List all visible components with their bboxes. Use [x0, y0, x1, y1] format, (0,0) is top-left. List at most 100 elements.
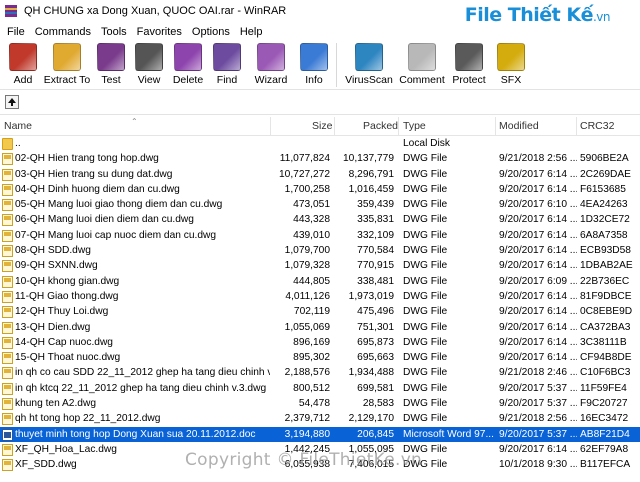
file-name: 08-QH SDD.dwg: [15, 245, 91, 257]
file-row[interactable]: 14-QH Cap nuoc.dwg 896,169 695,873 DWG File…: [0, 335, 640, 350]
file-list-header: Name ⌃ Size Packed Type Modified CRC32: [0, 117, 640, 136]
menu-bar: File Commands Tools Favorites Options Help: [0, 22, 640, 41]
toolbar-button-delete[interactable]: Delete: [168, 41, 208, 89]
file-name: 04-QH Dinh huong diem dan cu.dwg: [15, 183, 180, 195]
file-name: 06-QH Mang luoi dien diem dan cu.dwg: [15, 214, 194, 226]
up-one-level-button[interactable]: [5, 95, 19, 109]
file-size: 1,700,258: [284, 183, 330, 195]
parent-folder-row[interactable]: .. Local Disk: [0, 136, 640, 151]
file-row[interactable]: 10-QH khong gian.dwg 444,805 338,481 DWG Fi…: [0, 274, 640, 289]
dwg-file-icon: [2, 183, 13, 196]
toolbar-button-test[interactable]: Test: [92, 41, 130, 89]
file-packed-size: [334, 136, 394, 151]
file-row[interactable]: 12-QH Thuy Loi.dwg 702,119 475,496 DWG File…: [0, 304, 640, 319]
column-divider[interactable]: [334, 117, 335, 136]
file-crc32: 3C38111B: [580, 336, 627, 348]
file-size: 3,194,880: [284, 428, 330, 440]
file-modified: 9/20/2017 6:14 ...: [499, 321, 577, 333]
file-packed-size: 770,915: [357, 260, 394, 272]
file-size: 1,055,069: [284, 321, 330, 333]
file-modified: 9/20/2017 5:37 ...: [499, 398, 577, 410]
file-row[interactable]: in qh ktcq 22_11_2012 ghep ha tang dieu …: [0, 381, 640, 396]
file-crc32: 16EC3472: [580, 413, 629, 425]
file-type: DWG File: [403, 321, 448, 333]
column-header-packed[interactable]: Packed: [363, 117, 398, 136]
file-row[interactable]: 09-QH SXNN.dwg 1,079,328 770,915 DWG File 9/…: [0, 258, 640, 273]
file-row[interactable]: 13-QH Dien.dwg 1,055,069 751,301 DWG File 9/…: [0, 320, 640, 335]
toolbar-button-protect[interactable]: Protect: [447, 41, 491, 89]
file-crc32: 81F9DBCE: [580, 290, 632, 302]
file-row[interactable]: 02-QH Hien trang tong hop.dwg 11,077,824 1…: [0, 151, 640, 166]
toolbar-button-wizard[interactable]: Wizard: [246, 41, 296, 89]
file-modified: 9/20/2017 6:14 ...: [499, 306, 577, 318]
toolbar-button-extract-to[interactable]: Extract To: [42, 41, 92, 89]
sfx-archive-icon: [497, 43, 525, 71]
toolbar-button-add[interactable]: Add: [4, 41, 42, 89]
menu-item-tools[interactable]: Tools: [96, 26, 132, 38]
menu-item-commands[interactable]: Commands: [30, 26, 96, 38]
menu-item-help[interactable]: Help: [235, 26, 268, 38]
toolbar-button-label: Comment: [399, 74, 445, 86]
file-packed-size: 770,584: [357, 245, 394, 257]
dwg-file-icon: [2, 153, 13, 166]
column-header-modified[interactable]: Modified: [499, 117, 539, 136]
column-divider[interactable]: [270, 117, 271, 136]
file-row[interactable]: qh ht tong hop 22_11_2012.dwg 2,379,712 2,…: [0, 411, 640, 426]
file-row-selected[interactable]: thuyet minh tong hop Dong Xuan sua 20.11…: [0, 426, 640, 442]
toolbar-button-view[interactable]: View: [130, 41, 168, 89]
file-modified: 9/20/2017 6:14 ...: [499, 352, 577, 364]
menu-item-file[interactable]: File: [2, 26, 30, 38]
wizard-wand-icon: [257, 43, 285, 71]
toolbar-button-find[interactable]: Find: [208, 41, 246, 89]
column-divider[interactable]: [398, 117, 399, 136]
file-packed-size: 335,831: [357, 214, 394, 226]
file-row[interactable]: 03-QH Hien trang su dung dat.dwg 10,727,2…: [0, 167, 640, 182]
toolbar-button-virusscan[interactable]: VirusScan: [341, 41, 397, 89]
column-header-crc32[interactable]: CRC32: [580, 117, 614, 136]
file-row[interactable]: 07-QH Mang luoi cap nuoc diem dan cu.dwg…: [0, 228, 640, 243]
menu-item-options[interactable]: Options: [187, 26, 235, 38]
file-type: DWG File: [403, 260, 448, 272]
file-type: DWG File: [403, 183, 448, 195]
file-modified: 9/20/2017 6:14 ...: [499, 168, 577, 180]
toolbar-button-label: Test: [101, 74, 121, 86]
file-row[interactable]: 06-QH Mang luoi dien diem dan cu.dwg 443,…: [0, 212, 640, 227]
file-row[interactable]: 11-QH Giao thong.dwg 4,011,126 1,973,019 DW…: [0, 289, 640, 304]
toolbar-button-comment[interactable]: Comment: [397, 41, 447, 89]
file-type: DWG File: [403, 245, 448, 257]
column-divider[interactable]: [576, 117, 577, 136]
file-row[interactable]: 15-QH Thoat nuoc.dwg 895,302 695,663 DWG Fi…: [0, 350, 640, 365]
toolbar-button-info[interactable]: Info: [296, 41, 332, 89]
file-crc32: 5906BE2A: [580, 153, 629, 165]
dwg-file-icon: [2, 398, 13, 411]
file-packed-size: 332,109: [357, 229, 394, 241]
column-header-type[interactable]: Type: [403, 117, 426, 136]
file-size: 2,379,712: [284, 413, 330, 425]
find-magnifier-icon: [213, 43, 241, 71]
column-header-name[interactable]: Name: [4, 117, 32, 136]
toolbar-button-label: Wizard: [254, 74, 288, 86]
file-type: DWG File: [403, 382, 448, 394]
file-row[interactable]: 05-QH Mang luoi giao thong diem dan cu.d…: [0, 197, 640, 212]
column-header-size[interactable]: Size: [312, 117, 332, 136]
file-size: 10,727,272: [279, 168, 330, 180]
file-type: Microsoft Word 97...: [403, 428, 494, 440]
file-packed-size: 1,016,459: [348, 183, 394, 195]
column-divider[interactable]: [495, 117, 496, 136]
menu-item-favorites[interactable]: Favorites: [132, 26, 187, 38]
dwg-file-icon: [2, 290, 13, 303]
file-packed-size: 695,663: [357, 352, 394, 364]
file-modified: 9/21/2018 2:46 ...: [499, 367, 577, 379]
dwg-file-icon: [2, 245, 13, 258]
dwg-file-icon: [2, 260, 13, 273]
file-row[interactable]: khung ten A2.dwg 54,478 28,583 DWG File 9/20…: [0, 396, 640, 411]
file-row[interactable]: 04-QH Dinh huong diem dan cu.dwg 1,700,25…: [0, 182, 640, 197]
file-modified: 9/20/2017 6:14 ...: [499, 336, 577, 348]
dwg-file-icon: [2, 367, 13, 380]
toolbar-button-sfx[interactable]: SFX: [491, 41, 531, 89]
file-name: 11-QH Giao thong.dwg: [15, 290, 119, 302]
file-row[interactable]: in qh co cau SDD 22_11_2012 ghep ha tang…: [0, 365, 640, 380]
file-row[interactable]: 08-QH SDD.dwg 1,079,700 770,584 DWG File 9/2…: [0, 243, 640, 258]
file-modified: 9/20/2017 6:14 ...: [499, 214, 577, 226]
file-modified: 9/20/2017 5:37 ...: [499, 382, 577, 394]
